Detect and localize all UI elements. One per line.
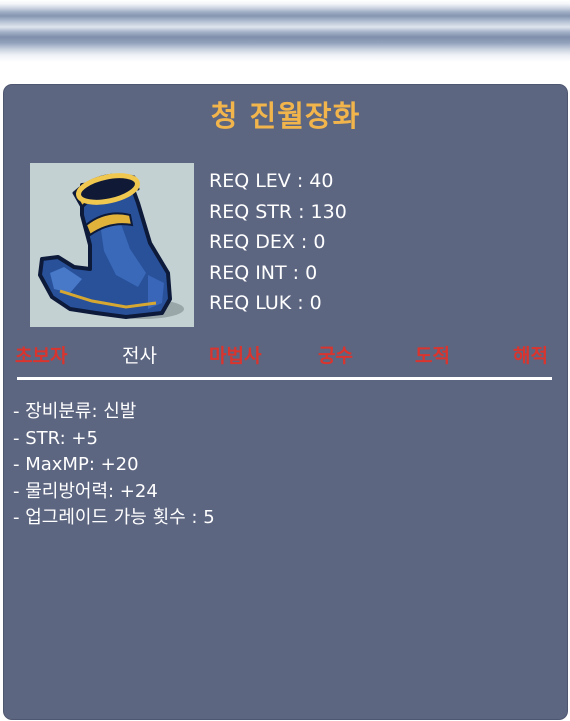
req-dex: REQ DEX : 0 xyxy=(209,231,326,253)
req-luk: REQ LUK : 0 xyxy=(209,292,322,314)
divider xyxy=(17,377,552,380)
item-tooltip-panel: 청 진월장화 REQ LEV : 40 REQ STR : 130 REQ DE… xyxy=(4,85,567,719)
stat-maxmp: - MaxMP: +20 xyxy=(13,454,139,475)
req-level: REQ LEV : 40 xyxy=(209,170,334,192)
req-str: REQ STR : 130 xyxy=(209,200,347,223)
stat-category: - 장비분류: 신발 xyxy=(13,401,137,422)
req-int: REQ INT : 0 xyxy=(209,261,318,284)
stat-upgrades: - 업그레이드 가능 횟수 : 5 xyxy=(13,507,215,528)
job-beginner: 초보자 xyxy=(15,345,68,367)
job-restrictions: 초보자 전사 마법사 궁수 도적 해적 xyxy=(4,341,567,371)
stat-defense: - 물리방어력: +24 xyxy=(13,480,158,502)
job-thief: 도적 xyxy=(415,345,450,367)
top-banner xyxy=(0,0,570,62)
blue-boots-icon xyxy=(30,163,194,327)
job-archer: 궁수 xyxy=(318,345,353,367)
job-warrior: 전사 xyxy=(122,345,157,367)
job-magician: 마법사 xyxy=(209,345,262,367)
stat-str: - STR: +5 xyxy=(13,427,98,449)
item-name: 청 진월장화 xyxy=(210,99,361,133)
requirements-list: REQ LEV : 40 REQ STR : 130 REQ DEX : 0 R… xyxy=(209,166,347,319)
job-pirate: 해적 xyxy=(513,345,548,367)
item-stats-list: - 장비분류: 신발 - STR: +5 - MaxMP: +20 - 물리방어… xyxy=(13,399,215,532)
